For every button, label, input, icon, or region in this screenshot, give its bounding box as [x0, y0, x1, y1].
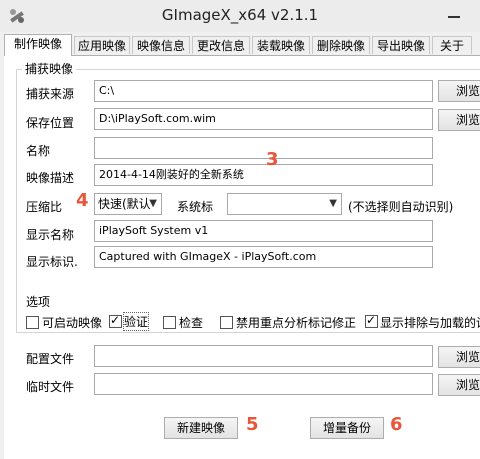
disable-reparse-checkbox[interactable]: [220, 316, 233, 329]
disable-reparse-label: 禁用重点分析标记修正: [236, 316, 357, 330]
show-exclusions-checkbox[interactable]: [365, 313, 378, 328]
name-input[interactable]: [94, 137, 433, 159]
chevron-down-icon: ▼: [149, 198, 157, 209]
tab-delete[interactable]: 删除映像: [312, 36, 370, 54]
tab-info[interactable]: 映像信息: [132, 36, 190, 54]
temp-label: 临时文件: [26, 380, 75, 394]
window-title: GImageX_x64 v2.1.1: [161, 6, 319, 24]
system-select[interactable]: ▼: [227, 193, 342, 215]
save-label: 保存位置: [26, 116, 75, 130]
tab-mount[interactable]: 装载映像: [252, 36, 310, 54]
bootable-checkbox[interactable]: [26, 316, 39, 329]
check-label: 检查: [179, 316, 204, 330]
system-hint: (不选择则自动识别): [348, 200, 454, 214]
desc-input[interactable]: 2014-4-14刚装好的全新系统: [94, 164, 433, 186]
name-label: 名称: [26, 144, 51, 158]
options-title: 选项: [26, 295, 51, 309]
tab-bar: 制作映像 应用映像 映像信息 更改信息 装载映像 删除映像 导出映像 关于: [4, 34, 480, 56]
tab-apply[interactable]: 应用映像: [74, 36, 130, 54]
chevron-down-icon: ▼: [329, 198, 337, 209]
source-input[interactable]: C:\: [94, 80, 433, 102]
new-image-button[interactable]: 新建映像: [164, 417, 238, 439]
display-name-input[interactable]: iPlaySoft System v1: [94, 220, 433, 242]
save-browse-button[interactable]: 浏览: [438, 109, 480, 131]
config-label: 配置文件: [26, 352, 75, 366]
annotation-3: 3: [266, 149, 279, 170]
bootable-label: 可启动映像: [42, 316, 103, 330]
tab-change-info[interactable]: 更改信息: [192, 36, 250, 54]
compress-label: 压缩比: [26, 200, 63, 214]
desc-label: 映像描述: [26, 171, 75, 185]
annotation-4: 4: [76, 190, 89, 211]
capture-group-title: 捕获映像: [22, 60, 77, 77]
incremental-backup-button[interactable]: 增量备份: [310, 417, 384, 439]
compress-select[interactable]: 快速(默认 ▼: [94, 193, 162, 215]
source-label: 捕获来源: [26, 87, 75, 101]
annotation-6: 6: [390, 414, 403, 435]
show-exclusions-label: 显示排除与加载的设: [380, 316, 480, 330]
source-browse-button[interactable]: 浏览: [438, 80, 480, 102]
tab-about[interactable]: 关于: [432, 36, 472, 54]
config-browse-button[interactable]: 浏览: [438, 346, 480, 368]
save-input[interactable]: D:\iPlaySoft.com.wim: [94, 108, 433, 130]
temp-input[interactable]: [94, 373, 433, 395]
tab-panel: 捕获映像 捕获来源 C:\ 浏览 保存位置 D:\iPlaySoft.com.w…: [4, 55, 480, 459]
compress-value: 快速(默认: [98, 197, 151, 211]
verify-checkbox[interactable]: [109, 313, 122, 328]
temp-browse-button[interactable]: 浏览: [438, 374, 480, 396]
display-name-label: 显示名称: [26, 228, 75, 242]
config-input[interactable]: [94, 345, 433, 367]
display-tag-input[interactable]: Captured with GImageX - iPlaySoft.com: [94, 246, 433, 268]
tab-capture[interactable]: 制作映像: [4, 34, 72, 56]
check-checkbox[interactable]: [163, 316, 176, 329]
annotation-5: 5: [246, 414, 259, 435]
system-label: 系统标: [177, 200, 214, 214]
minimize-button[interactable]: [434, 2, 474, 26]
verify-label: 验证: [122, 312, 150, 331]
title-bar: GImageX_x64 v2.1.1: [0, 0, 480, 32]
display-tag-label: 显示标识.: [26, 255, 78, 269]
tab-export[interactable]: 导出映像: [372, 36, 430, 54]
